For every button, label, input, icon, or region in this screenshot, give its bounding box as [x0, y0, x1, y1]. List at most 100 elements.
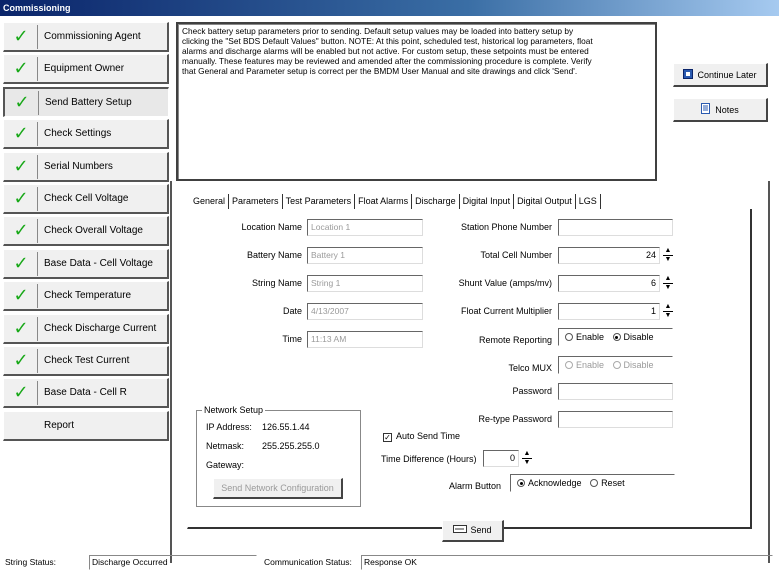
spin-up-icon[interactable]: ▲: [521, 450, 533, 458]
retype-password-label: Re-type Password: [478, 414, 552, 424]
float-multiplier-spinner[interactable]: ▲ ▼: [662, 303, 674, 320]
send-label: Send: [470, 525, 492, 535]
string-name-label: String Name: [251, 278, 302, 288]
spin-up-icon[interactable]: ▲: [662, 303, 674, 311]
netmask-value: 255.255.255.0: [262, 441, 320, 451]
client-area: ✓ Commissioning Agent ✓ Equipment Owner ✓ Sen…: [0, 16, 779, 571]
step-9[interactable]: ✓ Check Temperature: [3, 281, 169, 312]
tab-parameters[interactable]: Parameters: [229, 194, 283, 209]
step-7[interactable]: ✓ Check Overall Voltage: [3, 216, 169, 247]
spin-down-icon[interactable]: ▼: [662, 284, 674, 292]
notes-label: Notes: [715, 105, 739, 115]
ip-address-label: IP Address:: [206, 422, 252, 432]
step-divider: [37, 25, 38, 49]
radio-icon: [565, 333, 573, 341]
step-2[interactable]: ✓ Equipment Owner: [3, 54, 169, 85]
remote-enable-radio[interactable]: Enable: [565, 329, 604, 345]
step-label: Check Cell Voltage: [44, 193, 129, 204]
tab-test-parameters[interactable]: Test Parameters: [283, 194, 356, 209]
checkbox-checked-icon: ✓: [383, 433, 392, 442]
total-cell-field[interactable]: 24: [558, 247, 660, 264]
auto-send-time-checkbox[interactable]: ✓ Auto Send Time: [383, 431, 460, 442]
tab-discharge[interactable]: Discharge: [412, 194, 460, 209]
total-cell-label: Total Cell Number: [480, 250, 552, 260]
checkmark-icon: ✓: [13, 123, 29, 145]
step-11[interactable]: ✓ Check Test Current: [3, 346, 169, 376]
notes-button[interactable]: Notes: [673, 98, 768, 122]
step-divider: [38, 90, 39, 115]
step-label: Check Test Current: [44, 355, 130, 366]
step-5[interactable]: ✓ Serial Numbers: [3, 151, 169, 182]
step-label: Send Battery Setup: [45, 96, 132, 108]
send-network-config-button[interactable]: Send Network Configuration: [213, 478, 343, 499]
tab-digital-input[interactable]: Digital Input: [460, 194, 515, 209]
send-button[interactable]: Send: [442, 520, 504, 542]
tab-lgs[interactable]: LGS: [576, 194, 601, 209]
tab-general[interactable]: General: [190, 194, 230, 209]
telco-enable-label: Enable: [576, 360, 605, 370]
float-multiplier-label: Float Current Multiplier: [460, 306, 552, 316]
string-name-field[interactable]: String 1: [307, 275, 423, 292]
location-name-field[interactable]: Location 1: [307, 219, 423, 236]
date-field[interactable]: 4/13/2007: [307, 303, 423, 320]
step-12[interactable]: ✓ Base Data - Cell R: [3, 378, 169, 409]
spin-down-icon[interactable]: ▼: [521, 459, 533, 467]
telco-disable-radio[interactable]: Disable: [612, 357, 654, 373]
step-label: Check Overall Voltage: [44, 225, 143, 237]
spin-up-icon[interactable]: ▲: [662, 247, 674, 255]
telco-enable-radio[interactable]: Enable: [565, 357, 604, 373]
checkmark-icon: ✓: [13, 350, 29, 371]
step-4[interactable]: ✓ Check Settings: [3, 119, 169, 150]
step-divider: [37, 316, 38, 341]
tab-float-alarms[interactable]: Float Alarms: [355, 194, 413, 209]
reset-radio[interactable]: Reset: [590, 475, 625, 491]
retype-password-field[interactable]: [558, 411, 673, 428]
checkmark-icon: ✓: [13, 382, 29, 404]
remote-disable-radio[interactable]: Disable: [612, 329, 654, 345]
acknowledge-radio[interactable]: Acknowledge: [517, 475, 582, 491]
instructions-text: Check battery setup parameters prior to …: [182, 26, 593, 76]
station-phone-label: Station Phone Number: [460, 222, 552, 232]
spin-up-icon[interactable]: ▲: [662, 275, 674, 283]
tab-digital-output[interactable]: Digital Output: [514, 194, 576, 209]
remote-enable-label: Enable: [576, 332, 605, 342]
time-label: Time: [282, 334, 302, 344]
step-3[interactable]: ✓ Send Battery Setup: [3, 86, 169, 117]
network-setup-legend: Network Setup: [202, 405, 266, 415]
netmask-label: Netmask:: [206, 441, 245, 451]
shunt-value-field[interactable]: 6: [558, 275, 660, 292]
reset-label: Reset: [601, 478, 625, 488]
shunt-value-spinner[interactable]: ▲ ▼: [662, 275, 674, 292]
time-field[interactable]: 11:13 AM: [307, 331, 423, 348]
checkmark-icon: ✓: [13, 220, 29, 242]
step-1[interactable]: ✓ Commissioning Agent: [3, 22, 169, 52]
string-status-label: String Status:: [5, 557, 57, 567]
step-label: Check Settings: [44, 128, 112, 140]
step-label: Report: [44, 419, 75, 431]
step-label: Base Data - Cell Voltage: [44, 257, 153, 269]
battery-name-field[interactable]: Battery 1: [307, 247, 423, 264]
step-13[interactable]: Report: [3, 410, 169, 441]
step-divider: [37, 154, 38, 179]
password-field[interactable]: [558, 383, 673, 400]
time-difference-field[interactable]: 0: [483, 450, 519, 467]
step-6[interactable]: ✓ Check Cell Voltage: [3, 184, 169, 214]
communication-status-value: Response OK: [361, 555, 773, 570]
step-divider: [37, 381, 38, 406]
spin-down-icon[interactable]: ▼: [662, 312, 674, 320]
step-label: Serial Numbers: [44, 160, 113, 172]
date-label: Date: [282, 306, 302, 316]
station-phone-field[interactable]: [558, 219, 673, 236]
continue-later-button[interactable]: Continue Later: [673, 63, 768, 87]
time-difference-label: Time Difference (Hours): [381, 454, 477, 464]
time-difference-spinner[interactable]: ▲ ▼: [521, 450, 533, 467]
remote-reporting-group: Enable Disable: [558, 328, 673, 346]
float-multiplier-field[interactable]: 1: [558, 303, 660, 320]
spin-down-icon[interactable]: ▼: [662, 256, 674, 264]
step-10[interactable]: ✓ Check Discharge Current: [3, 313, 169, 344]
radio-icon: [590, 479, 599, 487]
auto-send-time-label: Auto Send Time: [396, 431, 461, 441]
step-label: Equipment Owner: [44, 63, 125, 75]
total-cell-spinner[interactable]: ▲ ▼: [662, 247, 674, 264]
step-8[interactable]: ✓ Base Data - Cell Voltage: [3, 248, 169, 279]
